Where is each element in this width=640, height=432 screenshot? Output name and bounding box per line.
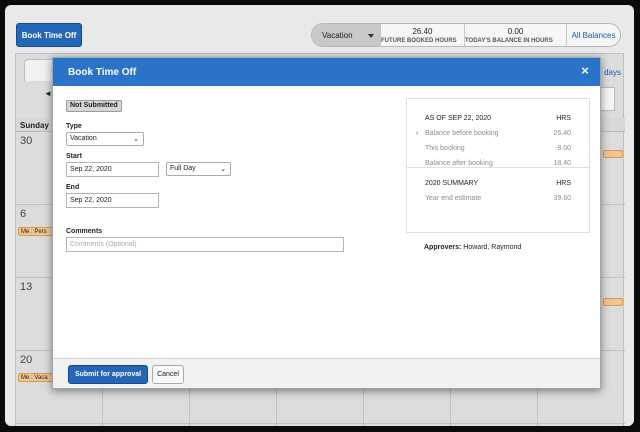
chevron-right-icon: › bbox=[416, 130, 419, 137]
submit-for-approval-button[interactable]: Submit for approval bbox=[68, 365, 148, 384]
end-label: End bbox=[66, 184, 80, 191]
summary-row-value: 26.40 bbox=[553, 130, 571, 137]
summary-row-value: 18.40 bbox=[553, 160, 571, 167]
balance-summary-panel: AS OF SEP 22, 2020 HRS › Balance before … bbox=[406, 98, 590, 233]
approvers-label: Approvers: bbox=[424, 244, 462, 251]
summary-row: Balance after booking 18.40 bbox=[425, 156, 571, 171]
caret-down-icon bbox=[368, 34, 374, 38]
type-select[interactable]: Vacation ⌄ bbox=[66, 132, 144, 146]
summary-row: This booking -8.00 bbox=[425, 141, 571, 156]
balance-bar: Vacation 26.40 FUTURE BOOKED HOURS 0.00 … bbox=[311, 23, 621, 47]
year-heading-text: 2020 SUMMARY bbox=[425, 180, 479, 187]
day-number: 6 bbox=[20, 208, 27, 220]
chevron-down-icon: ⌄ bbox=[133, 136, 139, 143]
duration-select[interactable]: Full Day ⌄ bbox=[166, 162, 231, 176]
calendar-event[interactable]: Me : Pers bbox=[18, 227, 54, 236]
asof-heading: AS OF SEP 22, 2020 HRS bbox=[425, 111, 571, 126]
divider bbox=[407, 167, 589, 168]
year-summary-section: 2020 SUMMARY HRS Year end estimate 39.60 bbox=[407, 176, 589, 206]
book-time-off-dialog: Book Time Off × Not Submitted Type Vacat… bbox=[52, 57, 601, 389]
hrs-label: HRS bbox=[556, 180, 571, 187]
summary-row-value: -8.00 bbox=[555, 145, 571, 152]
chevron-down-icon: ⌄ bbox=[220, 166, 226, 173]
calendar-event[interactable]: Me : Vaca bbox=[18, 373, 54, 382]
book-time-off-button[interactable]: Book Time Off bbox=[16, 23, 82, 47]
cancel-button[interactable]: Cancel bbox=[152, 365, 184, 384]
day-number: 30 bbox=[20, 135, 33, 147]
comments-label: Comments bbox=[66, 228, 103, 235]
dialog-footer: Submit for approval Cancel bbox=[53, 358, 600, 388]
asof-heading-text: AS OF SEP 22, 2020 bbox=[425, 115, 492, 122]
time-off-type-value: Vacation bbox=[322, 30, 353, 40]
day-number: 20 bbox=[20, 354, 33, 366]
status-badge: Not Submitted bbox=[66, 100, 122, 112]
hrs-label: HRS bbox=[556, 115, 571, 122]
start-date-field[interactable]: Sep 22, 2020 bbox=[66, 162, 159, 177]
calendar-event[interactable] bbox=[603, 298, 623, 306]
end-date-field[interactable]: Sep 22, 2020 bbox=[66, 193, 159, 208]
day-number: 13 bbox=[20, 281, 33, 293]
type-label: Type bbox=[66, 123, 82, 130]
approvers-value: Howard, Raymond bbox=[463, 244, 522, 251]
today-balance-value: 0.00 bbox=[507, 27, 524, 36]
today-balance-stat: 0.00 TODAY'S BALANCE IN HOURS bbox=[464, 24, 566, 46]
today-balance-label: TODAY'S BALANCE IN HOURS bbox=[465, 38, 553, 44]
day-header-sunday: Sunday bbox=[20, 121, 49, 130]
year-heading: 2020 SUMMARY HRS bbox=[425, 176, 571, 191]
dialog-title: Book Time Off bbox=[68, 66, 137, 78]
summary-row: Year end estimate 39.60 bbox=[425, 191, 571, 206]
future-booked-value: 26.40 bbox=[412, 27, 433, 36]
time-off-type-select[interactable]: Vacation bbox=[312, 24, 380, 46]
summary-row-label: Balance after booking bbox=[425, 160, 493, 167]
asof-section: AS OF SEP 22, 2020 HRS › Balance before … bbox=[407, 111, 589, 171]
comments-field[interactable]: Comments (Optional) bbox=[66, 237, 344, 252]
summary-row-value: 39.60 bbox=[553, 195, 571, 202]
all-balances-link[interactable]: All Balances bbox=[566, 24, 620, 46]
days-link[interactable]: days bbox=[604, 68, 621, 77]
summary-row-label: This booking bbox=[425, 145, 465, 152]
close-icon[interactable]: × bbox=[578, 64, 592, 78]
app-window: Book Time Off Vacation 26.40 FUTURE BOOK… bbox=[5, 5, 634, 426]
summary-row-label: Balance before booking bbox=[425, 130, 499, 137]
future-booked-stat: 26.40 FUTURE BOOKED HOURS bbox=[380, 24, 464, 46]
approvers: Approvers: Howard, Raymond bbox=[424, 244, 521, 251]
dialog-body: Not Submitted Type Vacation ⌄ Start Sep … bbox=[53, 86, 600, 360]
summary-row: › Balance before booking 26.40 bbox=[416, 126, 571, 141]
dialog-header: Book Time Off × bbox=[53, 58, 600, 86]
calendar-event[interactable] bbox=[603, 150, 623, 158]
type-select-value: Vacation bbox=[70, 135, 97, 142]
start-label: Start bbox=[66, 153, 82, 160]
duration-select-value: Full Day bbox=[170, 165, 196, 172]
future-booked-label: FUTURE BOOKED HOURS bbox=[381, 38, 457, 44]
prev-arrow-icon[interactable]: ◄ bbox=[44, 89, 52, 98]
summary-row-label: Year end estimate bbox=[425, 195, 482, 202]
